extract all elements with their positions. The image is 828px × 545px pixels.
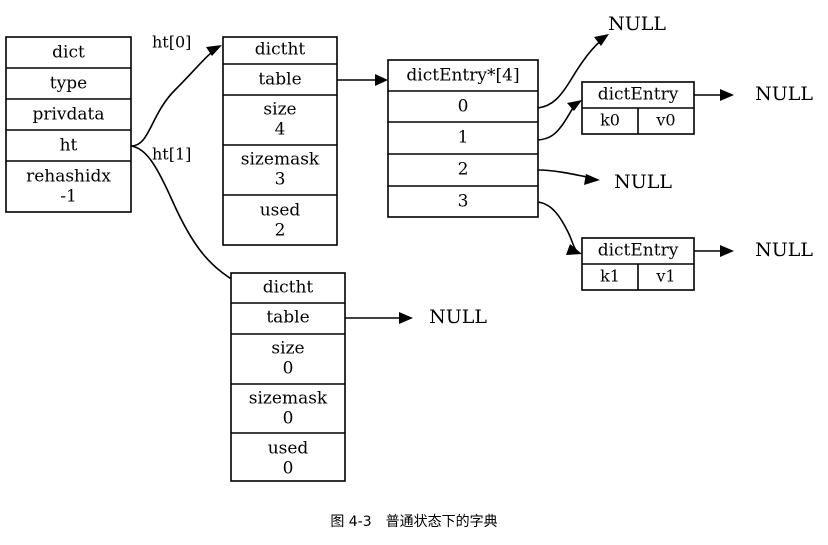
edge-label-ht0: ht[0]	[152, 33, 191, 52]
edge-slot2-null-path	[537, 169, 593, 179]
dict-field-ht: ht	[60, 136, 78, 156]
dictentry-1-key: k1	[600, 267, 620, 286]
dictht1-field-used-value: 0	[283, 459, 294, 479]
dictht1-field-used-label: used	[268, 439, 309, 459]
dictht0-field-table: table	[258, 70, 301, 90]
figure-caption-text: 图 4-3 普通状态下的字典	[330, 514, 497, 530]
dictentry-1-header: dictEntry	[598, 241, 679, 261]
dictht0-field-size-label: size	[263, 100, 296, 120]
null-dictht1-table: NULL	[429, 306, 487, 328]
null-slot2: NULL	[614, 171, 672, 193]
edge-entry1-next-null: NULL	[694, 239, 813, 261]
edge-slot2-null: NULL	[537, 169, 672, 193]
null-entry0-next: NULL	[755, 83, 813, 105]
bucket-array-header: dictEntry*[4]	[406, 66, 519, 86]
dict-struct-box: dict type privdata ht rehashidx -1	[5, 36, 132, 213]
dict-field-privdata: privdata	[32, 105, 104, 125]
diagram-canvas: dict type privdata ht rehashidx -1 ht[0]…	[5, 13, 813, 530]
dictht0-field-used-label: used	[260, 201, 301, 221]
dictht1-box: dictht table size 0 sizemask 0 used 0	[230, 272, 346, 482]
dictentry-0-header: dictEntry	[598, 85, 679, 105]
dict-field-type: type	[50, 74, 87, 94]
edge-entry1-next-arrowhead	[720, 245, 734, 257]
edge-slot3-entry1	[537, 201, 582, 255]
bucket-slot-1: 1	[458, 128, 469, 148]
bucket-array-box: dictEntry*[4] 0 1 2 3	[387, 59, 539, 218]
edge-dictht1-table-arrowhead	[399, 312, 413, 324]
edge-ht0: ht[0]	[130, 33, 222, 147]
dictht0-field-used-value: 2	[275, 221, 286, 241]
dictht1-field-sizemask-label: sizemask	[249, 389, 328, 409]
dictentry-0-value: v0	[655, 111, 675, 130]
bucket-slot-3: 3	[458, 192, 469, 212]
dictht1-field-size-value: 0	[283, 359, 294, 379]
dictentry-1-value: v1	[655, 267, 675, 286]
dictht1-field-table: table	[266, 308, 309, 328]
dictht0-field-size-value: 4	[275, 120, 286, 140]
bucket-slot-0: 0	[458, 97, 469, 117]
figure-caption: 图 4-3 普通状态下的字典	[330, 514, 497, 530]
null-entry1-next: NULL	[755, 239, 813, 261]
edge-ht0-path	[130, 48, 217, 147]
bucket-slot-2: 2	[458, 160, 469, 180]
dictht0-field-name: dictht	[255, 40, 306, 60]
edge-slot1-entry0-path	[537, 103, 577, 141]
dictentry-0-box: dictEntry k0 v0	[581, 81, 695, 135]
edge-ht0-arrowhead	[206, 45, 222, 56]
dictht0-box: dictht table size 4 sizemask 3 used 2	[222, 36, 338, 246]
edge-dictht1-table-null: NULL	[345, 306, 487, 328]
dictht0-field-sizemask-value: 3	[275, 170, 286, 190]
dictht1-field-name: dictht	[263, 278, 314, 298]
edge-label-ht1: ht[1]	[152, 145, 191, 164]
edge-entry0-next-arrowhead	[720, 89, 734, 101]
dictht0-field-sizemask-label: sizemask	[241, 150, 320, 170]
dictentry-1-box: dictEntry k1 v1	[581, 237, 695, 291]
null-slot0: NULL	[608, 13, 666, 35]
dict-field-dict: dict	[52, 43, 85, 63]
dictht1-field-size-label: size	[271, 339, 304, 359]
dictht1-field-sizemask-value: 0	[283, 409, 294, 429]
edge-slot2-null-arrowhead	[584, 174, 600, 185]
dictentry-0-key: k0	[600, 111, 620, 130]
edge-slot1-entry0-arrowhead	[567, 100, 582, 111]
dict-field-rehashidx-value: -1	[60, 187, 77, 207]
edge-slot3-entry1-path	[537, 201, 577, 251]
edge-entry0-next-null: NULL	[694, 83, 813, 105]
dict-structure-diagram: dict type privdata ht rehashidx -1 ht[0]…	[0, 0, 828, 545]
edge-dictht0-table	[337, 74, 388, 86]
edge-dictht0-table-arrowhead	[375, 74, 388, 86]
dict-field-rehashidx-label: rehashidx	[26, 167, 111, 187]
